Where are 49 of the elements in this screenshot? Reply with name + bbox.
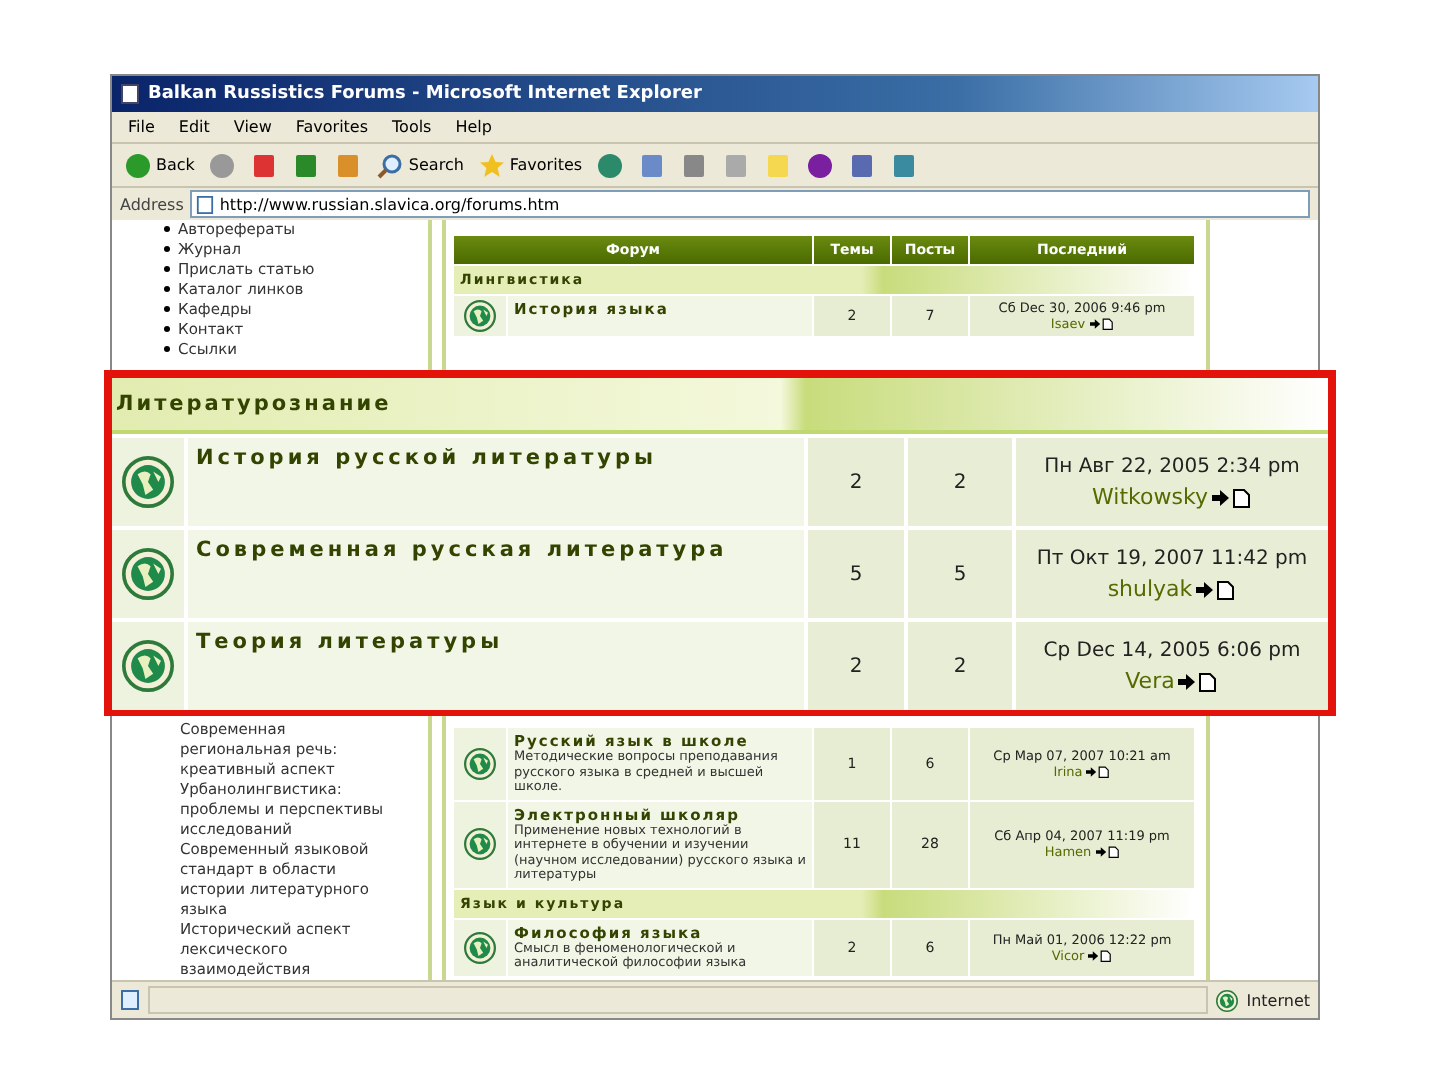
go-to-post-icon[interactable] — [1178, 671, 1219, 691]
posts-count: 2 — [908, 622, 1012, 710]
note-icon — [764, 151, 793, 180]
menu-item[interactable]: Favorites — [295, 117, 369, 136]
forum-title[interactable]: Теория литературы — [188, 622, 804, 710]
menu-item[interactable]: Help — [455, 117, 492, 136]
star-icon — [477, 151, 506, 180]
last-post-date: Пн Авг 22, 2005 2:34 pm — [1044, 454, 1300, 482]
go-to-post-icon[interactable] — [1086, 766, 1111, 778]
posts-count: 2 — [908, 438, 1012, 526]
bullet-icon — [164, 286, 170, 293]
menu-item[interactable]: Tools — [392, 117, 432, 136]
go-to-post-icon[interactable] — [1196, 579, 1237, 599]
go-to-post-icon[interactable] — [1089, 318, 1114, 331]
user-link[interactable]: Vera — [1125, 666, 1175, 696]
menu-item[interactable]: File — [128, 117, 155, 136]
address-field[interactable]: http://www.russian.slavica.org/forums.htm — [189, 190, 1310, 219]
forum-title[interactable]: История русской литературы — [188, 438, 804, 526]
topics-count: 2 — [808, 438, 904, 526]
bullet-icon — [164, 226, 170, 233]
menu-item[interactable]: Edit — [178, 117, 210, 136]
topics-count: 2 — [808, 622, 904, 710]
address-label: Address — [120, 195, 184, 214]
zone-label: Internet — [1246, 991, 1310, 1010]
last-post-date: Ср Dec 14, 2005 6:06 pm — [1043, 638, 1301, 666]
toolbar-button[interactable]: Favorites — [473, 149, 587, 182]
page-icon — [120, 83, 140, 104]
user-link[interactable]: shulyak — [1107, 574, 1193, 604]
last-post-date: Пт Окт 19, 2007 11:42 pm — [1036, 546, 1308, 574]
go-to-post-icon[interactable] — [1088, 949, 1113, 962]
toolbar-button[interactable]: Back — [120, 149, 199, 182]
bullet-icon — [164, 266, 170, 273]
bullet-icon — [164, 246, 170, 253]
page-icon — [195, 195, 214, 214]
page-icon — [120, 990, 140, 1011]
forum-title[interactable]: Современная русская литература — [188, 530, 804, 618]
topics-count: 5 — [808, 530, 904, 618]
bullet-icon — [164, 346, 170, 353]
posts-count: 5 — [908, 530, 1012, 618]
go-to-post-icon[interactable] — [1211, 487, 1252, 507]
magnifier-icon — [376, 151, 405, 180]
bullet-icon — [164, 326, 170, 333]
toolbar-button[interactable]: Search — [372, 149, 468, 182]
user-link[interactable]: Witkowsky — [1092, 482, 1208, 512]
menu-item[interactable]: View — [233, 117, 272, 136]
category-header: Литературознание — [112, 378, 1328, 434]
window-title: Balkan Russistics Forums - Microsoft Internet Explorer — [148, 83, 702, 104]
bullet-icon — [164, 306, 170, 313]
go-to-post-icon[interactable] — [1095, 846, 1120, 859]
